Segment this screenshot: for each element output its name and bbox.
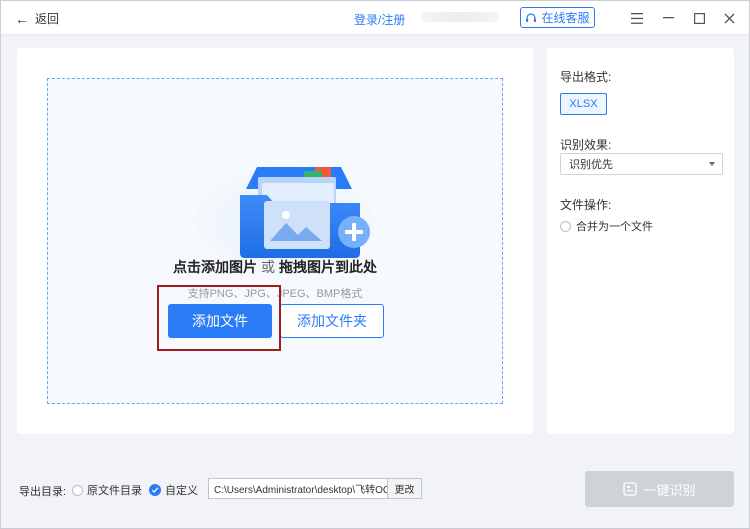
online-service-label: 在线客服 <box>541 11 590 25</box>
online-service-button[interactable]: 在线客服 <box>520 7 595 28</box>
original-dir-option[interactable]: 原文件目录 <box>72 482 142 498</box>
maximize-button[interactable] <box>689 8 709 28</box>
login-register-link[interactable]: 登录/注册 <box>354 11 405 28</box>
original-dir-radio[interactable] <box>72 484 83 496</box>
merge-label: 合并为一个文件 <box>576 221 653 233</box>
recognize-effect-value: 识别优先 <box>569 159 613 171</box>
custom-dir-label: 自定义 <box>165 485 198 497</box>
merge-radio[interactable] <box>560 220 571 232</box>
change-path-button[interactable]: 更改 <box>388 478 422 499</box>
title-bar: ← 返回 登录/注册 在线客服 <box>1 1 749 35</box>
drop-hint: 点击添加图片或拖拽图片到此处 <box>48 257 502 277</box>
recognize-effect-select[interactable]: 识别优先 <box>560 153 723 175</box>
export-format-xlsx-button[interactable]: XLSX <box>560 93 607 115</box>
one-click-recognize-button[interactable]: 一键识别 <box>585 471 734 507</box>
hint-click-add: 点击添加图片 <box>173 259 257 275</box>
minimize-icon <box>662 17 674 19</box>
settings-panel: 导出格式: XLSX 识别效果: 识别优先 文件操作: 合并为一个文件 <box>547 48 734 434</box>
original-dir-label: 原文件目录 <box>87 485 142 497</box>
minimize-button[interactable] <box>658 8 678 28</box>
one-click-recognize-label: 一键识别 <box>643 482 696 498</box>
file-ops-label: 文件操作: <box>560 198 612 212</box>
hint-or: 或 <box>261 259 275 275</box>
scan-icon <box>623 482 638 496</box>
export-path-field[interactable]: C:\Users\Administrator\desktop\飞转OCR文 <box>208 478 388 499</box>
back-arrow-icon: ← <box>15 10 29 27</box>
app-window: ← 返回 登录/注册 在线客服 点击添加图片 或 拖拽图片到此处 支持PNG、J… <box>0 0 750 529</box>
close-button[interactable] <box>719 8 739 28</box>
back-button[interactable]: ← 返回 <box>15 10 59 27</box>
back-label: 返回 <box>35 12 60 26</box>
custom-dir-option[interactable]: 自定义 <box>149 482 198 498</box>
close-icon <box>724 13 734 23</box>
supported-formats-text: 支持PNG、JPG、JPEG、BMP格式 <box>187 288 363 300</box>
headset-icon <box>526 12 537 22</box>
maximize-icon <box>693 12 705 24</box>
footer-bar: 导出目录: 原文件目录 自定义 C:\Users\Administrator\d… <box>1 471 749 511</box>
menu-icon <box>631 12 643 24</box>
add-folder-button[interactable]: 添加文件夹 <box>280 304 384 338</box>
merge-into-one-file-option[interactable]: 合并为一个文件 <box>560 218 653 234</box>
export-dir-label: 导出目录: <box>19 486 67 498</box>
export-format-label: 导出格式: <box>560 70 612 84</box>
hint-drag: 拖拽图片到此处 <box>279 259 377 275</box>
menu-button[interactable] <box>627 8 647 28</box>
blurred-username <box>421 12 499 22</box>
recognize-effect-label: 识别效果: <box>560 138 612 152</box>
main-panel: 点击添加图片或拖拽图片到此处 支持PNG、JPG、JPEG、BMP格式 添加文件… <box>17 48 533 434</box>
drop-zone[interactable]: 点击添加图片或拖拽图片到此处 支持PNG、JPG、JPEG、BMP格式 添加文件… <box>47 78 503 404</box>
checked-icon[interactable] <box>149 484 161 496</box>
chevron-down-icon <box>709 162 715 166</box>
add-file-button[interactable]: 添加文件 <box>168 304 272 338</box>
